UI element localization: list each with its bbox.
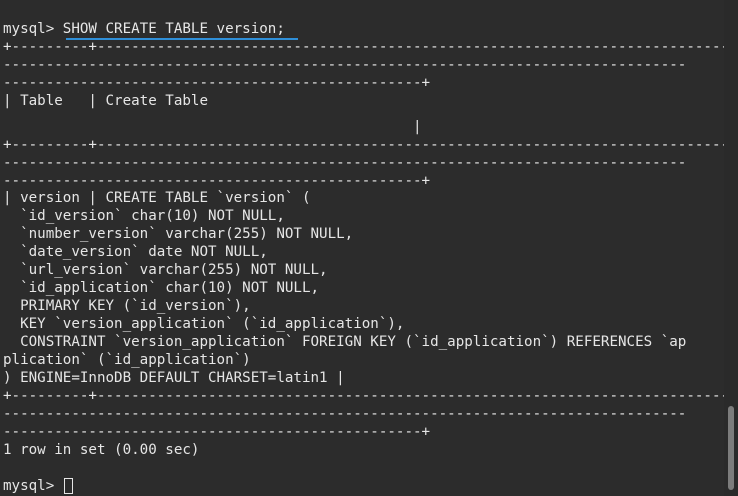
table-row-line: `date_version` date NOT NULL, xyxy=(3,244,268,260)
table-border-line: ----------------------------------------… xyxy=(3,75,431,91)
table-row-line: `id_version` char(10) NOT NULL, xyxy=(3,208,285,224)
mysql-command-line: mysql> SHOW CREATE TABLE version; xyxy=(3,21,285,37)
table-border-line: ----------------------------------------… xyxy=(3,155,687,171)
text-cursor xyxy=(64,478,73,494)
table-border-line: ----------------------------------------… xyxy=(3,173,431,189)
table-row-line: PRIMARY KEY (`id_version`), xyxy=(3,298,251,314)
table-header-line: | Table | Create Table xyxy=(3,93,208,109)
table-row-line: CONSTRAINT `version_application` FOREIGN… xyxy=(3,334,687,350)
table-border-line: ----------------------------------------… xyxy=(3,424,431,440)
table-row-line: plication` (`id_application`) xyxy=(3,352,251,368)
table-border-line: +---------+-----------------------------… xyxy=(3,39,724,55)
table-border-line: ----------------------------------------… xyxy=(3,406,687,422)
table-row-line: `id_application` char(10) NOT NULL, xyxy=(3,280,320,296)
scrollbar-thumb[interactable] xyxy=(728,406,734,490)
table-row-line: | version | CREATE TABLE `version` ( xyxy=(3,190,311,206)
result-summary: 1 row in set (0.00 sec) xyxy=(3,442,200,458)
mysql-prompt[interactable]: mysql> xyxy=(3,477,63,495)
table-row-line: ) ENGINE=InnoDB DEFAULT CHARSET=latin1 | xyxy=(3,370,345,386)
vertical-scrollbar[interactable] xyxy=(724,0,738,496)
table-border-line: +---------+-----------------------------… xyxy=(3,388,724,404)
table-row-line: `number_version` varchar(255) NOT NULL, xyxy=(3,226,354,242)
table-header-end: | xyxy=(3,119,422,135)
table-row-line: `url_version` varchar(255) NOT NULL, xyxy=(3,262,328,278)
table-border-line: +---------+-----------------------------… xyxy=(3,137,724,153)
table-border-line: ----------------------------------------… xyxy=(3,57,687,73)
terminal-window[interactable]: mysql> SHOW CREATE TABLE version; +-----… xyxy=(0,0,724,496)
table-row-line: KEY `version_application` (`id_applicati… xyxy=(3,316,405,332)
